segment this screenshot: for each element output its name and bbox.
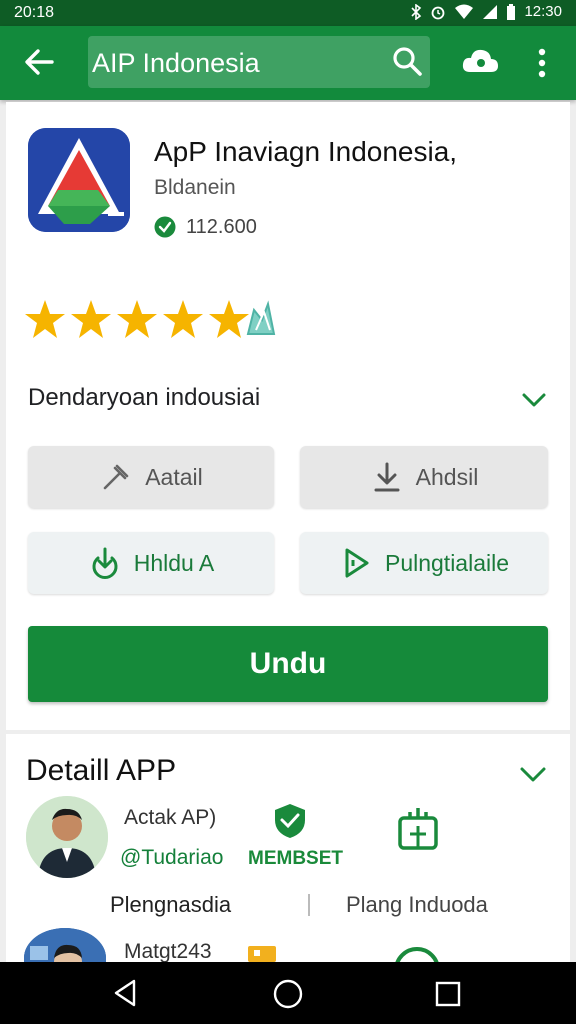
developer-avatar[interactable] (26, 796, 108, 878)
chip-install-label: Hhldu A (133, 549, 215, 576)
app-title: ApP Inaviagn Indonesia, (154, 136, 458, 167)
status-bar: 20:18 12:30 (0, 0, 576, 26)
nav-recents-icon[interactable] (434, 980, 462, 1008)
vertical-divider (308, 894, 310, 916)
chip-install[interactable]: Hhldu A (28, 532, 274, 594)
developer-name: Actak AP) (124, 806, 217, 829)
back-button[interactable] (20, 42, 60, 82)
wifi-icon (455, 4, 474, 19)
details-title: Detaill APP (26, 754, 177, 787)
rating-stars (24, 298, 250, 340)
nav-back-icon[interactable] (110, 978, 140, 1008)
install-button[interactable]: Undu (28, 626, 548, 702)
chevron-down-icon[interactable] (518, 760, 548, 788)
search-query[interactable]: AIP Indonesia (92, 48, 260, 79)
more-vert-icon (538, 48, 546, 78)
app-details-card: Detaill APP Actak AP) @Tudariao MEMBSET … (6, 734, 570, 988)
app-logo-icon (28, 128, 130, 232)
info-right-text: Plang Induoda (346, 892, 488, 917)
info-left-text: Plengnasdia (110, 892, 232, 917)
star-icon (117, 300, 157, 338)
chip-download[interactable]: Ahdsil (300, 446, 548, 508)
cloud-icon (462, 49, 498, 72)
badge-icon (248, 946, 276, 962)
member-label: MEMBSET (248, 848, 343, 869)
app-bar: AIP Indonesia (0, 26, 576, 100)
chevron-down-icon[interactable] (520, 386, 548, 414)
hammer-icon (103, 464, 129, 490)
category-row[interactable]: Dendaryoan indousiai (28, 384, 548, 414)
second-developer-name: Matgt243 (124, 940, 212, 963)
bluetooth-icon (411, 3, 422, 20)
app-icon[interactable] (28, 128, 130, 232)
shield-check-icon (275, 804, 305, 838)
search-icon[interactable] (390, 44, 424, 78)
status-time-left: 20:18 (14, 4, 55, 21)
app-developer[interactable]: Bldanein (154, 176, 236, 200)
chip-download-label: Ahdsil (415, 463, 479, 490)
alarm-icon (432, 6, 445, 19)
app-header-card: ApP Inaviagn Indonesia, Bldanein 112.600… (6, 102, 570, 730)
chip-play-label: Pulngtialaile (384, 549, 510, 576)
star-icon (163, 300, 203, 338)
cloud-button[interactable] (460, 44, 500, 80)
battery-icon (507, 3, 516, 20)
status-icons: 12:30 (410, 3, 562, 20)
more-options-button[interactable] (528, 44, 556, 82)
verified-check-icon (154, 216, 176, 238)
download-icon (374, 462, 400, 492)
chip-detail[interactable]: Aatail (28, 446, 274, 508)
chip-play[interactable]: Pulngtialaile (300, 532, 548, 594)
person-avatar-icon (26, 796, 108, 878)
download-circle-icon (92, 547, 118, 579)
status-time-right: 12:30 (524, 3, 562, 20)
system-nav-bar (0, 962, 576, 1024)
robot-icon (398, 808, 438, 850)
play-icon (345, 548, 369, 578)
star-icon (71, 300, 111, 338)
nav-home-icon[interactable] (272, 978, 304, 1010)
editor-choice-icon (246, 300, 276, 335)
download-count: 112.600 (186, 216, 257, 238)
category-label: Dendaryoan indousiai (28, 384, 261, 411)
search-bar[interactable]: AIP Indonesia (88, 36, 430, 88)
star-icon (25, 300, 65, 338)
chip-detail-label: Aatail (145, 463, 203, 490)
developer-handle[interactable]: @Tudariao (120, 846, 223, 870)
signal-icon (483, 4, 498, 19)
arrow-left-icon (25, 49, 54, 75)
